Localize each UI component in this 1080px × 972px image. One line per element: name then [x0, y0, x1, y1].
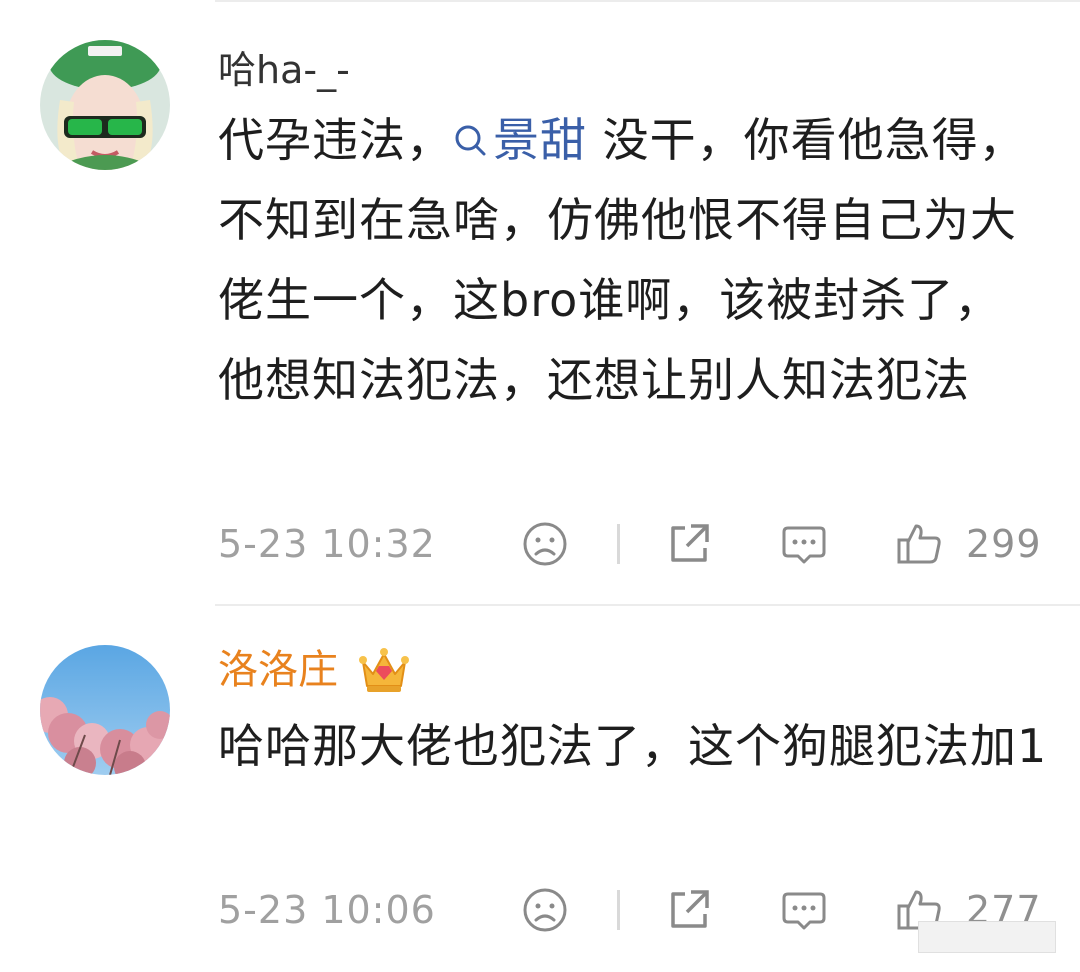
username[interactable]: 哈ha-_-: [218, 48, 350, 92]
mention-label: 景甜: [493, 113, 587, 167]
like-count: 299: [966, 522, 1042, 566]
share-icon[interactable]: [665, 886, 713, 934]
action-bar: 5-23 10:32 299: [0, 514, 1080, 574]
separator: [617, 890, 620, 930]
timestamp: 5-23 10:06: [218, 888, 436, 932]
comment-icon[interactable]: [780, 520, 828, 568]
username[interactable]: 洛洛庄: [218, 648, 338, 692]
comment-icon[interactable]: [780, 886, 828, 934]
comment-text: 代孕违法， 景甜 没干，你看他急得，不知到在急啥，仿佛他恨不得自己为大佬生一个，这…: [218, 100, 1048, 420]
mention-link[interactable]: 景甜: [453, 113, 587, 167]
crown-icon: [359, 648, 409, 692]
watermark-overlay: [918, 921, 1056, 953]
separator: [617, 524, 620, 564]
comment-item: 哈ha-_- 代孕违法， 景甜 没干，你看他急得，不知到在急啥，仿佛他恨不得自己为…: [0, 0, 1080, 604]
search-icon: [455, 125, 486, 155]
comment-divider: [215, 604, 1080, 606]
comment-item: 洛洛庄 哈哈那大佬也犯法了，这个狗腿犯法加1 5-23 10:06 277: [0, 604, 1080, 972]
comment-text-part: 代孕违法，: [218, 113, 453, 167]
thumbs-up-icon[interactable]: [895, 520, 943, 568]
sad-face-icon[interactable]: [521, 520, 569, 568]
share-icon[interactable]: [665, 520, 713, 568]
comment-text: 哈哈那大佬也犯法了，这个狗腿犯法加1: [218, 719, 1048, 773]
sad-face-icon[interactable]: [521, 886, 569, 934]
avatar[interactable]: [40, 645, 170, 775]
avatar[interactable]: [40, 40, 170, 170]
timestamp: 5-23 10:32: [218, 522, 436, 566]
